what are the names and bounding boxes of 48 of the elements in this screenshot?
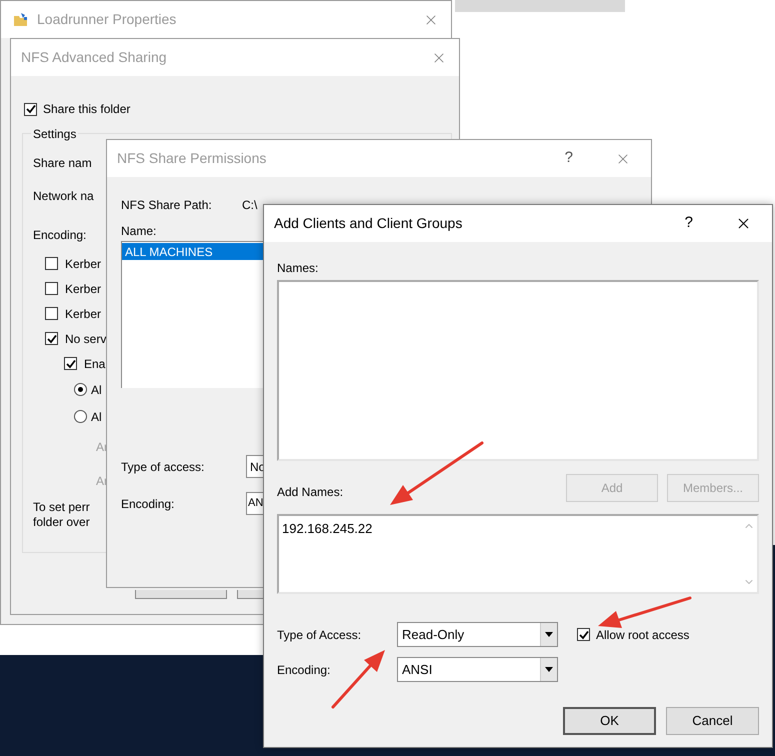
help-button[interactable]: ?	[684, 212, 693, 235]
radio-button[interactable]	[74, 383, 87, 396]
share-path: C:\	[242, 197, 258, 214]
window-title: NFS Advanced Sharing	[21, 48, 167, 67]
access-dropdown[interactable]: Read-Only	[397, 622, 558, 647]
note-text: folder over	[33, 515, 90, 530]
window-title: Add Clients and Client Groups	[274, 214, 462, 233]
cancel-button[interactable]: Cancel	[666, 707, 759, 735]
encoding-dropdown[interactable]: ANSI	[397, 657, 558, 682]
checkbox[interactable]	[45, 282, 58, 295]
field-label: Encoding:	[277, 662, 332, 678]
note-text: To set perr	[33, 500, 90, 515]
encoding-dropdown[interactable]: AN	[246, 492, 264, 515]
field-label: Type of Access:	[277, 626, 362, 644]
checkbox[interactable]	[45, 307, 58, 320]
option-label: Al	[91, 382, 102, 398]
option-label: Kerber	[65, 306, 102, 322]
field-label: Encoding:	[121, 496, 176, 512]
dialog-button[interactable]	[237, 590, 263, 599]
checkbox[interactable]	[577, 628, 590, 641]
checkbox[interactable]	[45, 332, 58, 345]
field-label: Share nam	[33, 154, 92, 172]
field-label: Type of access:	[121, 458, 206, 476]
window-title: NFS Share Permissions	[117, 149, 266, 168]
option-label: Al	[91, 408, 102, 426]
option-label: Ena	[84, 356, 106, 372]
folder-icon	[13, 12, 29, 28]
list-item[interactable]: ALL MACHINES	[122, 243, 263, 260]
checkbox[interactable]	[24, 102, 37, 116]
field-label: Add Names:	[277, 484, 344, 501]
field-label: Names:	[277, 261, 318, 275]
field-label: Encoding:	[33, 226, 86, 244]
checkbox[interactable]	[64, 357, 77, 370]
option-label: Kerber	[65, 280, 102, 298]
field-label: NFS Share Path:	[121, 197, 213, 214]
radio-button[interactable]	[74, 410, 87, 423]
window-title: Loadrunner Properties	[37, 10, 176, 29]
dialog-button[interactable]	[135, 590, 227, 599]
field-label: Name:	[121, 224, 156, 238]
checkbox-label: Share this folder	[43, 101, 130, 118]
option-label: No serv	[65, 330, 106, 348]
help-button[interactable]: ?	[564, 147, 573, 170]
field-label: Network na	[33, 188, 94, 204]
option-label: Kerber	[65, 256, 102, 272]
checkbox-label: Allow root access	[596, 626, 690, 644]
checkbox[interactable]	[45, 257, 58, 270]
annotation-arrow	[332, 650, 385, 708]
ok-button[interactable]: OK	[563, 707, 656, 735]
